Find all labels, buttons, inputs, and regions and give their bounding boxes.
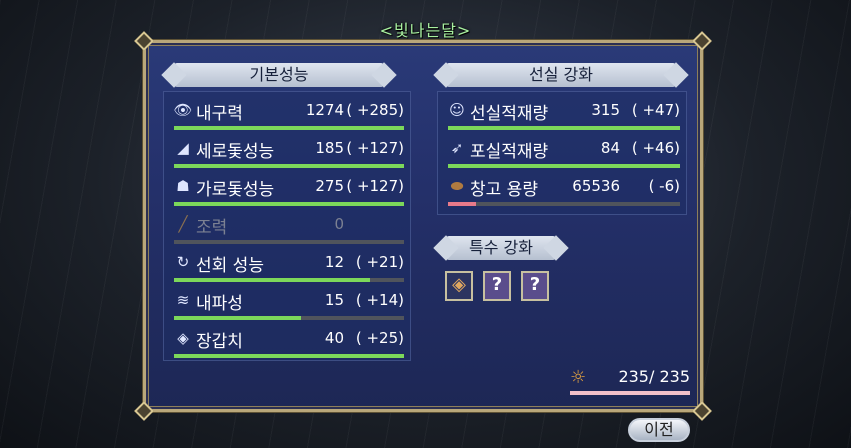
stat-value: 1274 xyxy=(305,101,344,119)
barrel-icon: ⬬ xyxy=(450,177,464,195)
sail-icon: ◢ xyxy=(177,139,189,157)
stat-bonus: ( +46) xyxy=(631,139,680,157)
stat-bar-fill xyxy=(174,202,404,206)
stat-bar xyxy=(448,164,680,168)
stat-bar xyxy=(174,240,404,244)
special-header: 특수 강화 xyxy=(446,236,556,260)
cannon-icon: ➶ xyxy=(450,139,464,157)
stat-row: ╱ 조력 0 xyxy=(172,208,404,246)
square-sail-icon: ☗ xyxy=(176,177,190,195)
stat-bar xyxy=(448,202,680,206)
stat-bar xyxy=(174,354,404,358)
stat-value: 40 xyxy=(324,329,344,347)
cabin-stats-box: ☺ 선실적재량 315 ( +47) ➶ 포실적재량 84 ( +46) ⬬ 창고 용량 65536… xyxy=(437,91,687,215)
corner-ornament xyxy=(692,401,712,421)
stat-bar xyxy=(174,278,404,282)
durability-bar xyxy=(570,391,690,395)
stat-name: 내구력 xyxy=(196,104,243,124)
stat-row: ☗ 가로돛성능 275( +127) xyxy=(172,170,404,208)
stat-value: 15 xyxy=(324,291,344,309)
stat-bar xyxy=(174,316,404,320)
stat-name: 가로돛성능 xyxy=(196,180,275,200)
stat-bar-fill xyxy=(174,126,404,130)
ship-name: <빛나는달> xyxy=(379,21,472,40)
question-icon[interactable]: ? xyxy=(521,271,549,301)
stat-name: 선실적재량 xyxy=(470,104,549,124)
stat-bar-fill xyxy=(174,354,404,358)
stat-row: ⬬ 창고 용량 65536 ( -6) xyxy=(446,170,680,208)
stat-name: 선회 성능 xyxy=(196,256,264,276)
stat-value: 275 xyxy=(315,177,344,195)
stat-bonus: ( +127) xyxy=(346,177,404,195)
stat-value: 185 xyxy=(315,139,344,157)
oar-icon: ╱ xyxy=(178,215,188,233)
corner-ornament xyxy=(134,401,154,421)
stat-name: 장갑치 xyxy=(196,332,243,352)
stat-bar-fill xyxy=(174,316,301,320)
stat-row: 👁 내구력 1274( +285) xyxy=(172,94,404,132)
eye-icon: 👁 xyxy=(173,101,193,119)
stat-bar-fill xyxy=(448,202,476,206)
stat-value: 315 xyxy=(591,101,620,119)
stat-row: ◢ 세로돛성능 185( +127) xyxy=(172,132,404,170)
stat-bonus: ( +47) xyxy=(631,101,680,119)
stat-bonus: ( +25) xyxy=(355,329,404,347)
prev-button[interactable]: 이전 xyxy=(628,418,690,442)
stat-bar xyxy=(174,126,404,130)
stat-bar-fill xyxy=(174,164,404,168)
stat-bar-fill xyxy=(448,164,680,168)
armor-plate-icon: ◈ xyxy=(177,329,189,347)
stat-bonus: ( +21) xyxy=(355,253,404,271)
stat-row: ☺ 선실적재량 315 ( +47) xyxy=(446,94,680,132)
stat-row: ◈ 장갑치 40 ( +25) xyxy=(172,322,404,360)
stat-bar-fill xyxy=(174,278,370,282)
stat-name: 창고 용량 xyxy=(470,180,538,200)
sun-gear-icon: ☼ xyxy=(570,367,587,388)
stat-value: 12 xyxy=(324,253,344,271)
sailor-icon: ☺ xyxy=(449,101,465,119)
stat-row: ≋ 내파성 15 ( +14) xyxy=(172,284,404,322)
armor-plate-icon[interactable]: ◈ xyxy=(445,271,473,301)
stat-name: 포실적재량 xyxy=(470,142,549,162)
question-icon[interactable]: ? xyxy=(483,271,511,301)
stat-bonus: ( -6) xyxy=(648,177,680,195)
stat-name: 세로돛성능 xyxy=(196,142,275,162)
stat-row: ➶ 포실적재량 84 ( +46) xyxy=(446,132,680,170)
stat-bar xyxy=(448,126,680,130)
stat-bonus: ( +285) xyxy=(346,101,404,119)
basic-stats-box: 👁 내구력 1274( +285) ◢ 세로돛성능 185( +127) ☗ 가로돛성능 275… xyxy=(163,91,411,361)
ship-stats-panel: 기본성능 👁 내구력 1274( +285) ◢ 세로돛성능 185( +127) ☗ 가로돛… xyxy=(134,31,712,421)
durability: ☼ 235/ 235 xyxy=(570,367,690,395)
stat-value: 0 xyxy=(334,215,344,233)
wave-icon: ≋ xyxy=(176,291,190,309)
stat-bar-fill xyxy=(448,126,680,130)
turn-arrow-icon: ↻ xyxy=(176,253,190,271)
stat-bonus: ( +14) xyxy=(355,291,404,309)
basic-header: 기본성능 xyxy=(174,63,384,87)
cabin-header: 선실 강화 xyxy=(446,63,676,87)
stat-name: 내파성 xyxy=(196,294,243,314)
stat-bar xyxy=(174,202,404,206)
durability-value: 235/ 235 xyxy=(618,367,690,386)
stat-row: ↻ 선회 성능 12 ( +21) xyxy=(172,246,404,284)
stat-value: 84 xyxy=(600,139,620,157)
stat-bonus: ( +127) xyxy=(346,139,404,157)
stat-value: 65536 xyxy=(572,177,620,195)
stat-name: 조력 xyxy=(196,218,228,238)
stat-bar xyxy=(174,164,404,168)
